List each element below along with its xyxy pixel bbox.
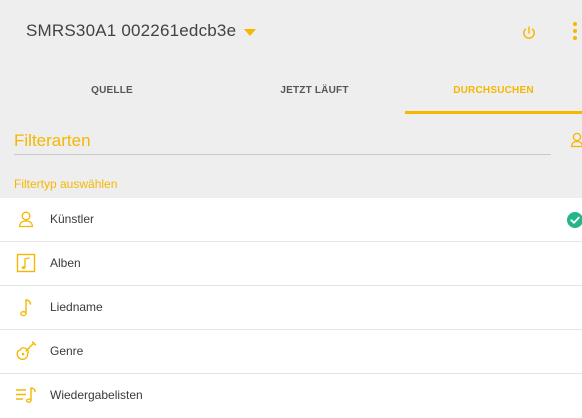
album-icon — [15, 252, 37, 274]
app-bar: SMRS30A1 002261edcb3e — [0, 0, 582, 72]
check-icon — [567, 212, 582, 228]
filter-type-label: Filtertyp auswählen — [14, 177, 118, 191]
tab-durchsuchen-label: DURCHSUCHEN — [453, 85, 534, 96]
tab-bar: QUELLE JETZT LÄUFT DURCHSUCHEN — [0, 72, 582, 114]
caret-down-icon — [244, 28, 257, 36]
list-item-kuenstler[interactable]: Künstler — [0, 198, 582, 242]
more-options-button[interactable] — [570, 22, 580, 44]
list-item-genre[interactable]: Genre — [0, 330, 582, 374]
list-item-alben[interactable]: Alben — [0, 242, 582, 286]
tab-quelle[interactable]: QUELLE — [0, 72, 224, 114]
artist-icon — [15, 208, 37, 230]
filter-section: Filterarten Filtertyp auswählen — [0, 114, 582, 198]
list-item-liedname[interactable]: Liedname — [0, 286, 582, 330]
list-item-label: Liedname — [50, 300, 103, 314]
filter-heading: Filterarten — [14, 131, 91, 150]
power-icon — [523, 26, 535, 39]
device-selector[interactable]: SMRS30A1 002261edcb3e — [26, 21, 257, 41]
list-item-label: Alben — [50, 256, 81, 270]
list-item-label: Wiedergabelisten — [50, 388, 143, 402]
divider — [14, 154, 551, 155]
playlist-icon — [15, 384, 37, 406]
guitar-icon — [15, 340, 37, 362]
music-note-icon — [15, 296, 37, 318]
device-name: SMRS30A1 002261edcb3e — [26, 21, 237, 40]
list-item-wiedergabelisten[interactable]: Wiedergabelisten — [0, 374, 582, 418]
filter-type-list: Künstler Alben Liedname Genre Wiedergabe… — [0, 198, 582, 418]
tab-durchsuchen[interactable]: DURCHSUCHEN — [405, 72, 582, 114]
tab-jetzt-laeuft[interactable]: JETZT LÄUFT — [224, 72, 405, 114]
list-item-label: Künstler — [50, 212, 95, 226]
list-item-label: Genre — [50, 344, 84, 358]
more-vert-icon — [573, 22, 577, 26]
power-button[interactable] — [520, 24, 538, 42]
user-icon[interactable] — [570, 132, 582, 148]
